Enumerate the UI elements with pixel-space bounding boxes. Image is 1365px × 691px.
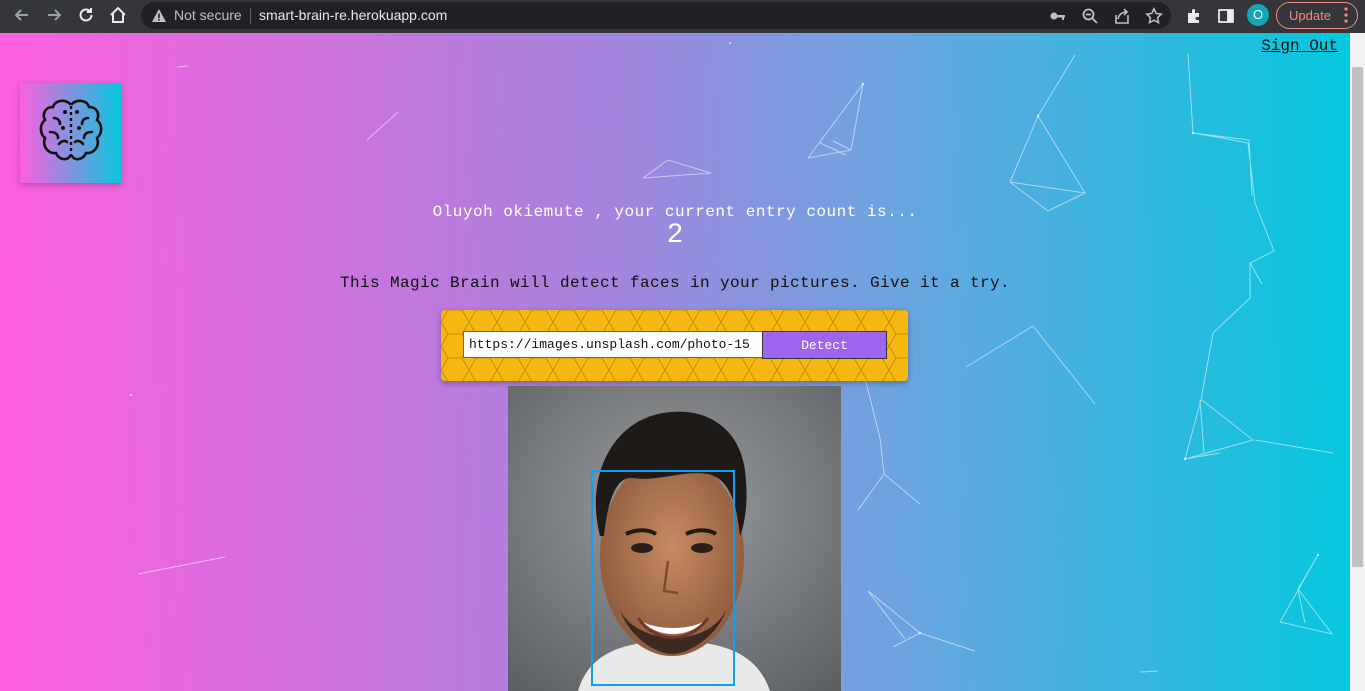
app-logo[interactable] — [20, 83, 121, 183]
reload-button[interactable] — [74, 3, 98, 27]
tagline-text: This Magic Brain will detect faces in yo… — [339, 274, 1011, 292]
back-button[interactable] — [10, 3, 34, 27]
app-page: Sign Out Oluyoh okiemute , your current … — [0, 33, 1350, 691]
zoom-icon[interactable] — [1081, 7, 1099, 25]
detected-image — [508, 386, 841, 691]
update-button[interactable]: Update — [1276, 2, 1358, 29]
warning-triangle-icon — [152, 9, 166, 22]
page-scrollbar[interactable] — [1350, 33, 1365, 691]
entry-count: 2 — [666, 220, 684, 251]
face-bounding-box — [591, 470, 735, 686]
security-label[interactable]: Not secure — [174, 7, 242, 23]
url-text[interactable]: smart-brain-re.herokuapp.com — [259, 7, 447, 23]
arrow-left-icon — [14, 9, 28, 21]
home-icon — [110, 6, 126, 23]
image-url-form: https://images.unsplash.com/photo-15 Det… — [441, 310, 908, 381]
sign-out-link[interactable]: Sign Out — [1261, 37, 1338, 55]
star-icon[interactable] — [1145, 7, 1163, 25]
browser-toolbar: Not secure smart-brain-re.herokuapp.com … — [0, 0, 1365, 33]
greeting-text: Oluyoh okiemute , your current entry cou… — [432, 203, 918, 221]
address-bar[interactable]: Not secure smart-brain-re.herokuapp.com — [141, 2, 1171, 29]
extensions-icon[interactable] — [1185, 7, 1203, 25]
scrollbar-thumb[interactable] — [1352, 67, 1363, 567]
omnibox-divider — [250, 8, 251, 24]
side-panel-icon[interactable] — [1217, 7, 1235, 25]
key-icon[interactable] — [1049, 7, 1067, 25]
share-icon[interactable] — [1113, 7, 1131, 25]
reload-icon — [79, 8, 93, 22]
image-url-input[interactable]: https://images.unsplash.com/photo-15 — [463, 331, 763, 358]
brain-icon — [39, 99, 103, 161]
arrow-right-icon — [48, 9, 62, 21]
home-button[interactable] — [106, 3, 130, 27]
detect-button[interactable]: Detect — [762, 331, 887, 359]
forward-button[interactable] — [42, 3, 66, 27]
more-vert-icon — [1344, 7, 1348, 23]
update-label: Update — [1289, 8, 1331, 23]
profile-avatar[interactable]: O — [1247, 4, 1269, 26]
